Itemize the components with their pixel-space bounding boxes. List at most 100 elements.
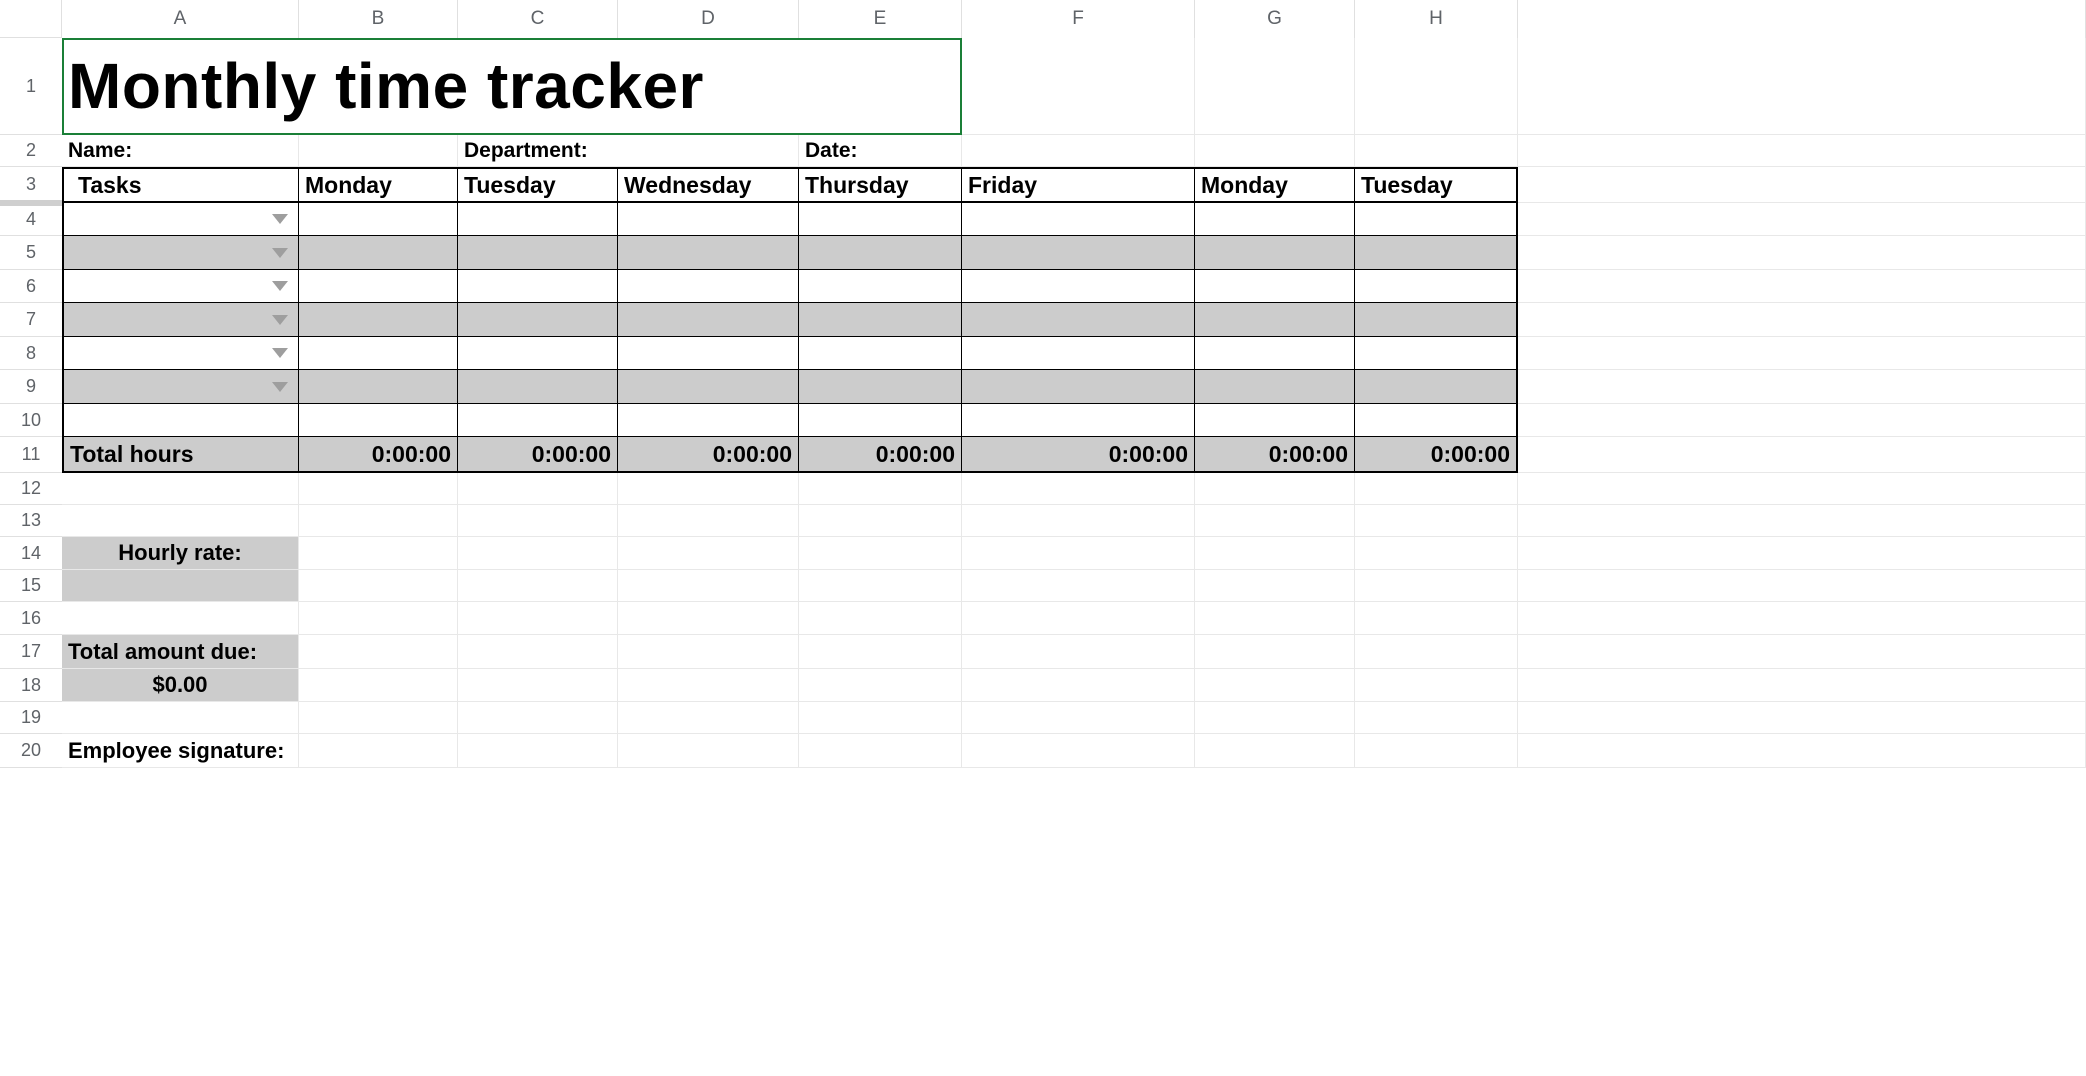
total-hours-value[interactable]: 0:00:00 — [799, 437, 962, 473]
cell[interactable] — [62, 404, 299, 437]
cell[interactable] — [962, 669, 1195, 702]
cell[interactable] — [62, 473, 299, 505]
cell[interactable] — [1355, 38, 1518, 135]
day-header[interactable]: Tuesday — [1355, 167, 1518, 203]
cell[interactable] — [1518, 570, 2086, 602]
cell[interactable] — [799, 669, 962, 702]
cell[interactable] — [458, 537, 618, 570]
day-header[interactable]: Thursday — [799, 167, 962, 203]
hourly-rate-label[interactable]: Hourly rate: — [62, 537, 299, 570]
tasks-header[interactable]: Tasks — [62, 167, 299, 203]
cell[interactable] — [458, 669, 618, 702]
cell[interactable] — [299, 602, 458, 635]
time-cell[interactable] — [618, 203, 799, 236]
cell[interactable] — [1518, 303, 2086, 337]
cell[interactable] — [962, 537, 1195, 570]
cell[interactable] — [1195, 135, 1355, 167]
time-cell[interactable] — [962, 337, 1195, 370]
cell[interactable] — [1518, 669, 2086, 702]
employee-signature-label[interactable]: Employee signature: — [62, 734, 299, 768]
time-cell[interactable] — [1355, 270, 1518, 303]
time-cell[interactable] — [1355, 236, 1518, 270]
row-header-5[interactable]: 5 — [0, 236, 62, 270]
row-header-13[interactable]: 13 — [0, 505, 62, 537]
cell[interactable] — [618, 570, 799, 602]
time-cell[interactable] — [1195, 236, 1355, 270]
task-dropdown[interactable] — [62, 203, 299, 236]
time-cell[interactable] — [458, 370, 618, 404]
time-cell[interactable] — [458, 337, 618, 370]
task-dropdown[interactable] — [62, 270, 299, 303]
cell[interactable] — [458, 602, 618, 635]
time-cell[interactable] — [1195, 337, 1355, 370]
column-header-C[interactable]: C — [458, 0, 618, 38]
time-cell[interactable] — [299, 270, 458, 303]
row-header-7[interactable]: 7 — [0, 303, 62, 337]
day-header[interactable]: Monday — [1195, 167, 1355, 203]
cell[interactable] — [962, 135, 1195, 167]
cell[interactable] — [1518, 635, 2086, 669]
column-header-F[interactable]: F — [962, 0, 1195, 38]
cell[interactable] — [962, 404, 1195, 437]
time-cell[interactable] — [299, 203, 458, 236]
column-header-B[interactable]: B — [299, 0, 458, 38]
row-header-15[interactable]: 15 — [0, 570, 62, 602]
cell[interactable] — [1518, 236, 2086, 270]
time-cell[interactable] — [799, 337, 962, 370]
total-hours-value[interactable]: 0:00:00 — [618, 437, 799, 473]
time-cell[interactable] — [299, 236, 458, 270]
select-all-corner[interactable] — [0, 0, 62, 38]
time-cell[interactable] — [799, 370, 962, 404]
cell[interactable] — [1518, 337, 2086, 370]
cell[interactable] — [299, 473, 458, 505]
cell[interactable] — [1195, 570, 1355, 602]
time-cell[interactable] — [1195, 370, 1355, 404]
cell[interactable] — [1195, 404, 1355, 437]
cell[interactable] — [618, 669, 799, 702]
time-cell[interactable] — [799, 270, 962, 303]
cell[interactable] — [1195, 669, 1355, 702]
time-cell[interactable] — [962, 236, 1195, 270]
total-hours-value[interactable]: 0:00:00 — [1195, 437, 1355, 473]
cell[interactable] — [1518, 602, 2086, 635]
time-cell[interactable] — [458, 270, 618, 303]
cell[interactable] — [1195, 602, 1355, 635]
cell[interactable] — [799, 734, 962, 768]
column-header-H[interactable]: H — [1355, 0, 1518, 38]
time-cell[interactable] — [1195, 203, 1355, 236]
cell[interactable] — [1195, 537, 1355, 570]
row-header-8[interactable]: 8 — [0, 337, 62, 370]
time-cell[interactable] — [799, 236, 962, 270]
cell[interactable] — [1518, 537, 2086, 570]
time-cell[interactable] — [1355, 203, 1518, 236]
day-header[interactable]: Friday — [962, 167, 1195, 203]
cell[interactable] — [799, 505, 962, 537]
total-hours-value[interactable]: 0:00:00 — [1355, 437, 1518, 473]
cell[interactable] — [1355, 702, 1518, 734]
cell[interactable] — [1518, 370, 2086, 404]
time-cell[interactable] — [618, 370, 799, 404]
column-header-E[interactable]: E — [799, 0, 962, 38]
cell[interactable] — [299, 505, 458, 537]
cell[interactable] — [1355, 135, 1518, 167]
cell[interactable] — [962, 570, 1195, 602]
cell[interactable] — [618, 404, 799, 437]
time-cell[interactable] — [962, 203, 1195, 236]
cell[interactable] — [1195, 38, 1355, 135]
title-cell[interactable]: Monthly time tracker — [62, 38, 962, 135]
cell[interactable] — [962, 702, 1195, 734]
cell[interactable] — [299, 635, 458, 669]
cell[interactable] — [962, 473, 1195, 505]
cell[interactable] — [1195, 734, 1355, 768]
cell[interactable] — [62, 602, 299, 635]
cell[interactable] — [1195, 505, 1355, 537]
cell[interactable] — [799, 404, 962, 437]
total-hours-value[interactable]: 0:00:00 — [962, 437, 1195, 473]
total-hours-label[interactable]: Total hours — [62, 437, 299, 473]
cell[interactable] — [962, 505, 1195, 537]
task-dropdown[interactable] — [62, 303, 299, 337]
time-cell[interactable] — [618, 236, 799, 270]
time-cell[interactable] — [299, 337, 458, 370]
cell[interactable] — [1518, 473, 2086, 505]
cell[interactable] — [1518, 135, 2086, 167]
